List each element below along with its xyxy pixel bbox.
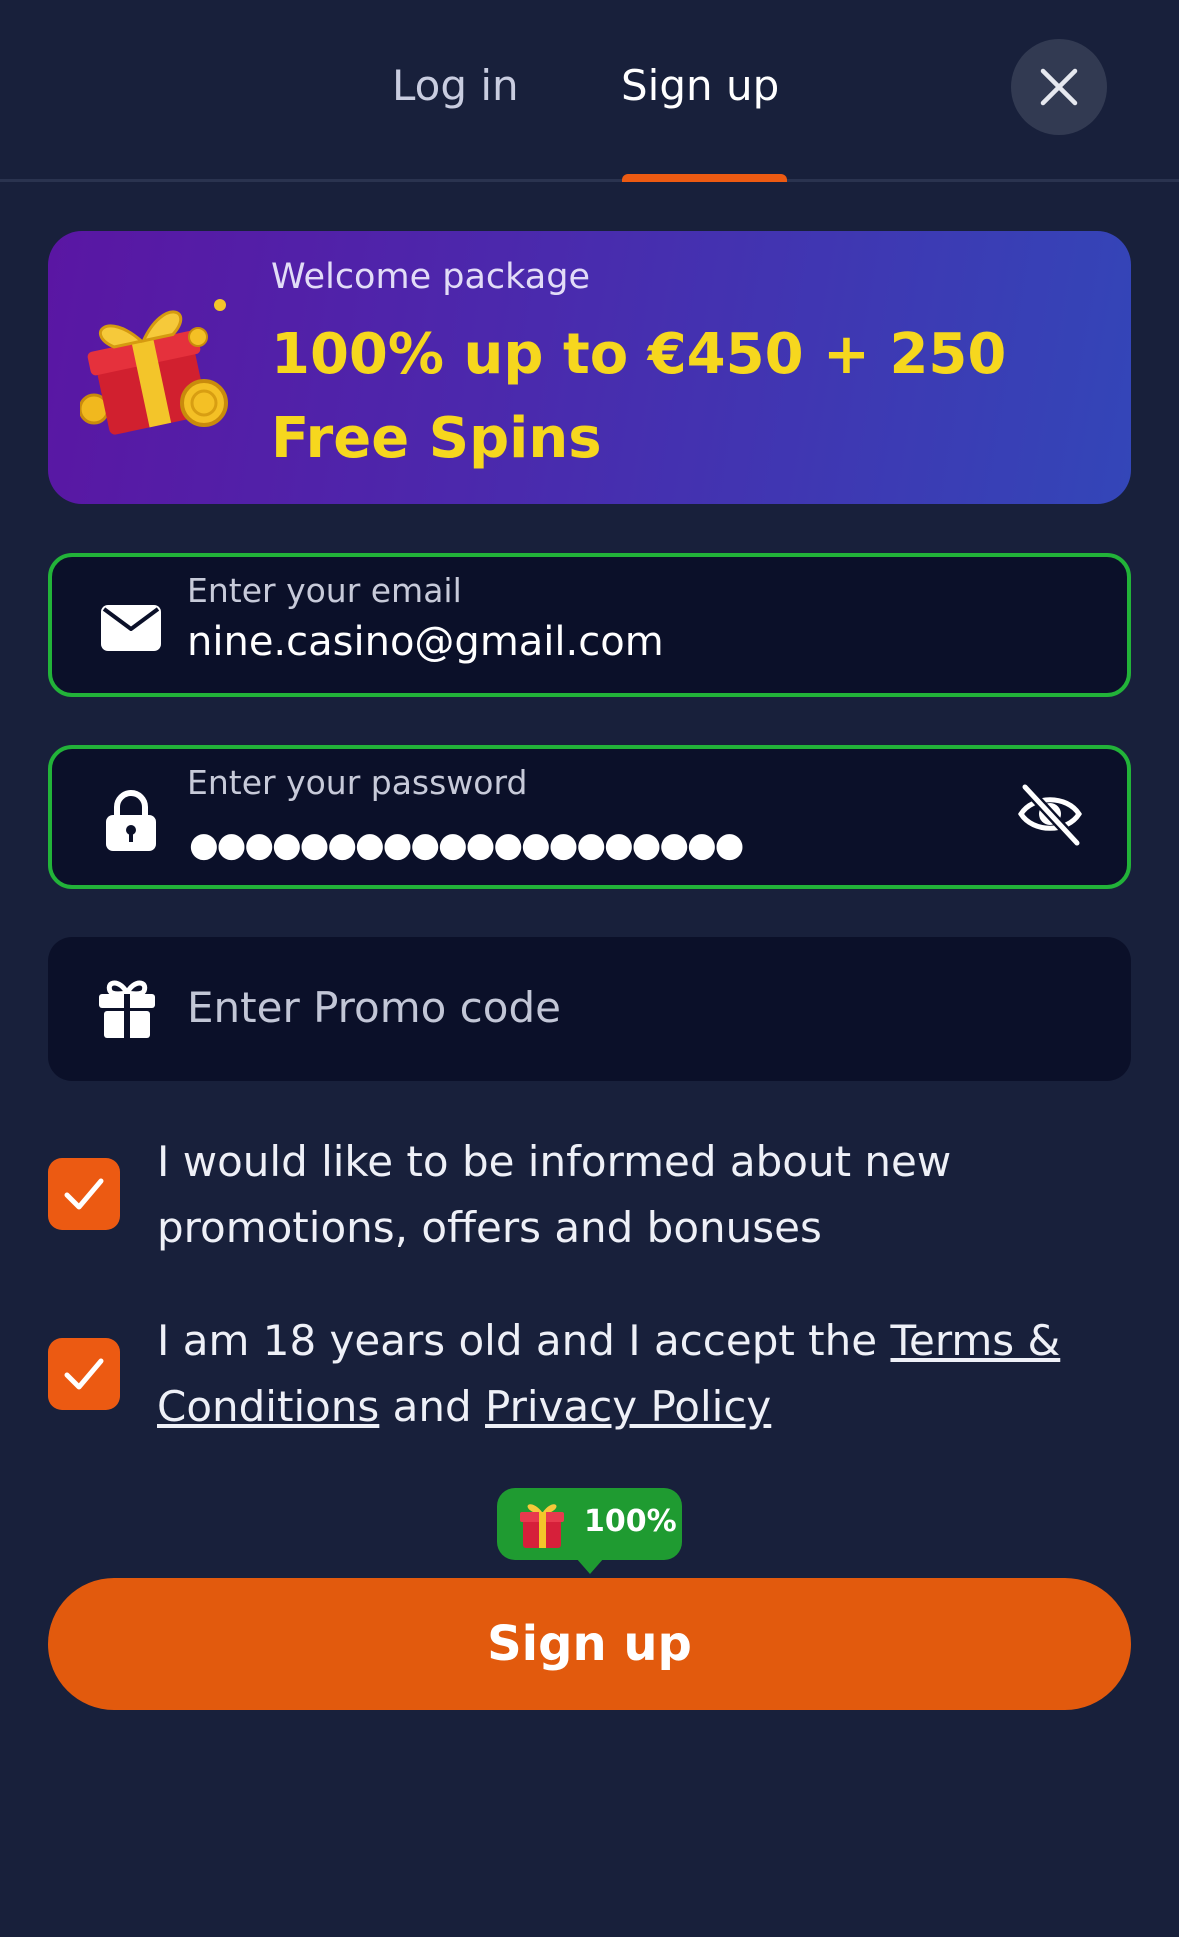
email-label: Enter your email bbox=[187, 571, 462, 610]
bonus-badge: 100% bbox=[497, 1488, 682, 1574]
gift-box-icon bbox=[80, 299, 228, 435]
privacy-policy-link[interactable]: Privacy Policy bbox=[485, 1382, 771, 1431]
eye-slash-icon[interactable] bbox=[1015, 779, 1085, 849]
envelope-icon bbox=[101, 605, 161, 651]
promotions-consent-text: I would like to be informed about new pr… bbox=[157, 1137, 952, 1252]
close-button[interactable] bbox=[1011, 39, 1107, 135]
terms-consent-text: I am 18 years old and I accept the Terms… bbox=[157, 1308, 1087, 1440]
checkmark-icon bbox=[64, 1358, 104, 1390]
checkmark-icon bbox=[64, 1178, 104, 1210]
close-icon bbox=[1040, 68, 1078, 106]
banner-subtitle: Welcome package bbox=[271, 257, 590, 297]
promo-code-field[interactable]: Enter Promo code bbox=[48, 937, 1131, 1081]
banner-title: 100% up to €450 + 250 Free Spins bbox=[271, 322, 1007, 471]
tab-signup[interactable]: Sign up bbox=[621, 58, 779, 114]
promotions-checkbox[interactable] bbox=[48, 1158, 120, 1230]
terms-checkbox[interactable] bbox=[48, 1338, 120, 1410]
password-label: Enter your password bbox=[187, 763, 528, 802]
welcome-banner: Welcome package 100% up to €450 + 250 Fr… bbox=[48, 231, 1131, 504]
tab-login[interactable]: Log in bbox=[392, 58, 519, 114]
terms-text-between: and bbox=[379, 1382, 486, 1431]
terms-text-before: I am 18 years old and I accept the bbox=[157, 1316, 891, 1365]
email-value[interactable]: nine.casino@gmail.com bbox=[187, 619, 664, 665]
active-tab-indicator bbox=[622, 174, 787, 182]
promo-code-placeholder[interactable]: Enter Promo code bbox=[187, 983, 561, 1032]
badge-pointer bbox=[576, 1558, 604, 1574]
password-field[interactable]: Enter your password ●●●●●●●●●●●●●●●●●●●● bbox=[48, 745, 1131, 889]
lock-icon bbox=[106, 790, 156, 851]
bonus-badge-text: 100% bbox=[584, 1504, 677, 1539]
gift-box-icon bbox=[520, 1504, 564, 1548]
email-field[interactable]: Enter your email nine.casino@gmail.com bbox=[48, 553, 1131, 697]
password-value[interactable]: ●●●●●●●●●●●●●●●●●●●● bbox=[189, 825, 744, 865]
gift-icon bbox=[99, 980, 155, 1038]
auth-header: Log in Sign up bbox=[0, 0, 1179, 182]
sign-up-button[interactable]: Sign up bbox=[48, 1578, 1131, 1710]
